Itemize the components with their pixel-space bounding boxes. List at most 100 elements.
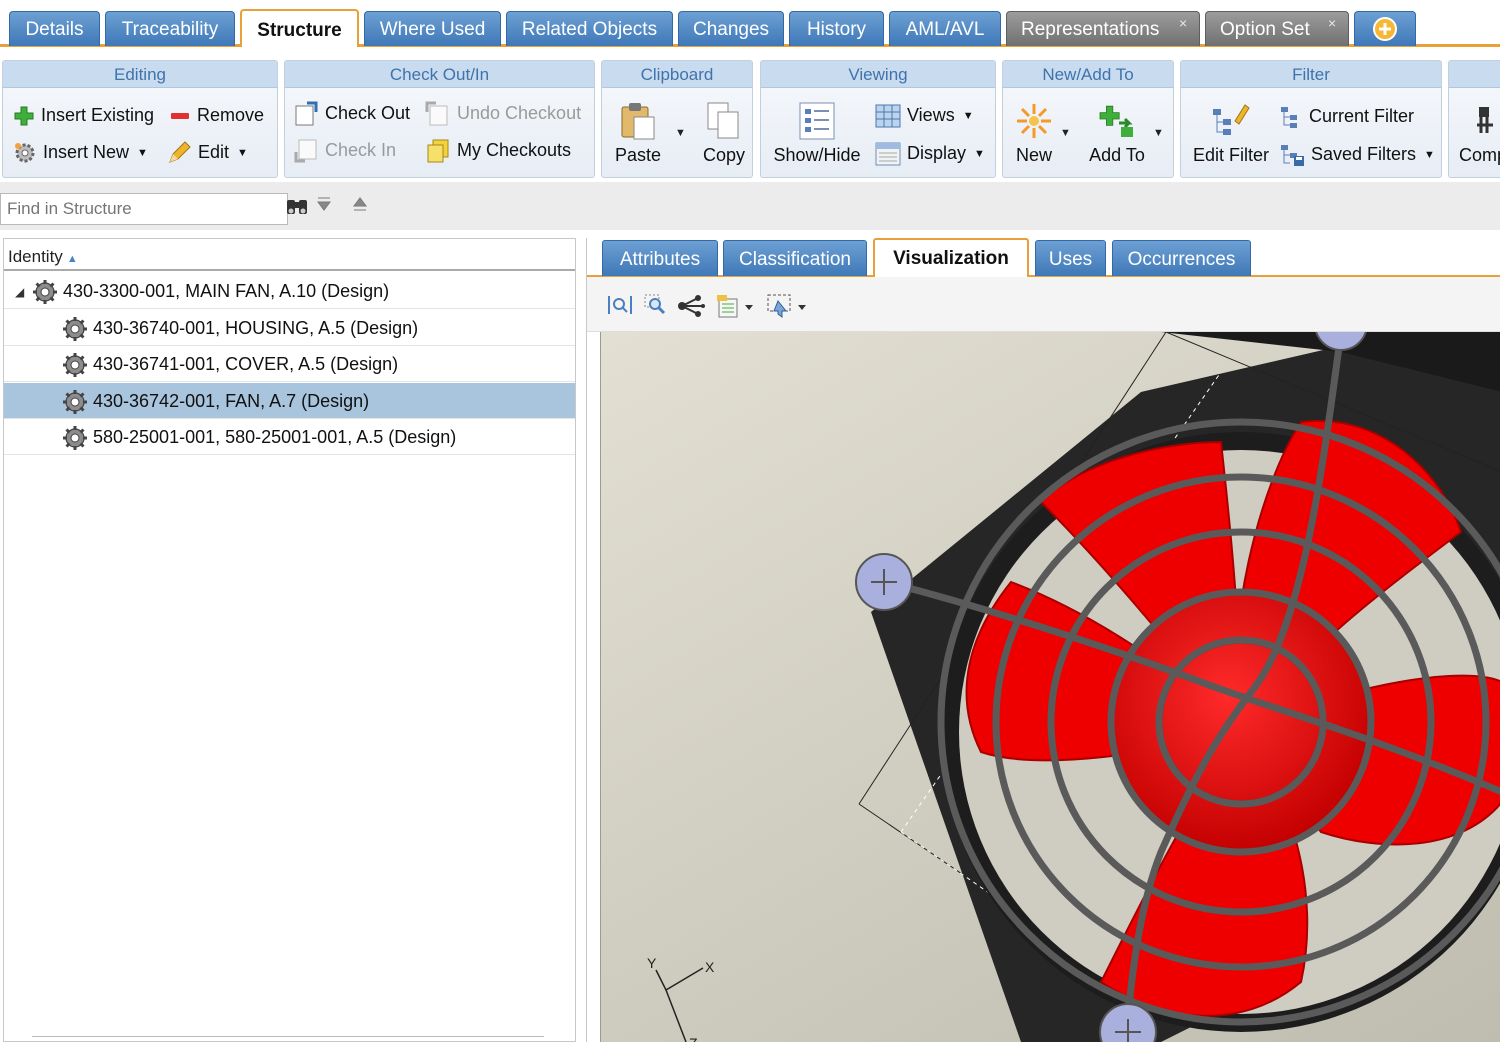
ribbon-group-viewing: Viewing Show/Hide Views ▼ Display ▼ [760, 60, 996, 178]
copy-button[interactable]: Copy [702, 101, 746, 166]
tree-row[interactable]: 580-25001-001, 580-25001-001, A.5 (Desig… [4, 419, 575, 455]
tab-traceability[interactable]: Traceability [105, 11, 235, 46]
detail-panel: Attributes Classification Visualization … [586, 238, 1500, 1042]
chevron-down-icon[interactable]: ▼ [237, 141, 248, 165]
tab-label: Where Used [379, 19, 486, 40]
views-button[interactable]: Views ▼ [875, 103, 974, 128]
tab-history[interactable]: History [789, 11, 884, 46]
paste-button[interactable]: Paste [614, 101, 662, 166]
display-button[interactable]: Display ▼ [875, 141, 985, 166]
visualization-toolbar [587, 277, 1500, 332]
find-in-structure-input[interactable] [0, 193, 288, 225]
tab-label: Structure [257, 20, 342, 41]
3d-viewer[interactable]: X Y Z [600, 332, 1500, 1042]
compare-button[interactable]: Comp [1459, 101, 1500, 166]
group-title: Editing [3, 61, 277, 88]
tab-classification[interactable]: Classification [723, 240, 867, 276]
gear-new-icon [15, 143, 35, 163]
expand-toggle-icon[interactable]: ◢ [15, 274, 24, 310]
button-label: My Checkouts [457, 140, 572, 160]
views-icon [875, 104, 901, 128]
tab-label: Representations [1021, 19, 1160, 40]
tab-occurrences[interactable]: Occurrences [1112, 240, 1251, 276]
find-next-button[interactable] [317, 196, 331, 217]
tab-structure[interactable]: Structure [240, 9, 359, 47]
add-tab-button[interactable] [1354, 11, 1416, 46]
new-button[interactable]: New [1011, 101, 1057, 166]
graph-icon [678, 295, 705, 317]
saved-filters-button[interactable]: Saved Filters ▼ [1279, 142, 1435, 167]
zoom-window-button[interactable] [643, 293, 669, 322]
add-to-button[interactable]: Add To [1087, 101, 1147, 166]
current-filter-button[interactable]: Current Filter [1279, 104, 1414, 129]
identity-column-header[interactable]: Identity ▲ [4, 239, 575, 271]
chevron-down-icon[interactable]: ▼ [1424, 143, 1435, 167]
my-checkouts-button[interactable]: My Checkouts [425, 138, 571, 164]
tree-row[interactable]: ◢ 430-3300-001, MAIN FAN, A.10 (Design) [4, 273, 575, 309]
tab-details[interactable]: Details [9, 11, 100, 46]
close-icon[interactable]: × [1328, 6, 1336, 41]
sparkle-new-icon [1017, 104, 1051, 138]
chevron-down-icon[interactable]: ▼ [1060, 127, 1071, 139]
add-circle-icon [1373, 17, 1397, 41]
tab-label: Traceability [121, 19, 219, 40]
tab-visualization[interactable]: Visualization [873, 238, 1029, 277]
tree-row-label: 430-36740-001, HOUSING, A.5 (Design) [93, 317, 419, 338]
remove-button[interactable]: Remove [169, 103, 264, 127]
chevron-down-icon[interactable]: ▼ [963, 104, 974, 128]
close-icon[interactable]: × [1179, 6, 1187, 41]
find-previous-button[interactable] [353, 196, 367, 217]
group-title: Clipboard [602, 61, 752, 88]
arrow-down-icon [317, 197, 331, 211]
axis-y-label: Y [647, 955, 657, 971]
tab-label: Related Objects [521, 19, 658, 40]
saved-filters-icon [1281, 145, 1304, 167]
check-in-button[interactable]: Check In [293, 138, 396, 164]
tab-label: Visualization [893, 248, 1009, 269]
zoom-fit-button[interactable] [606, 293, 634, 322]
chevron-down-icon[interactable]: ▼ [974, 142, 985, 166]
tab-aml-avl[interactable]: AML/AVL [889, 11, 1001, 46]
horizontal-scrollbar[interactable] [32, 1036, 544, 1041]
button-label: Paste [614, 145, 662, 165]
tree-row[interactable]: 430-36740-001, HOUSING, A.5 (Design) [4, 310, 575, 346]
tree-row[interactable]: 430-36742-001, FAN, A.7 (Design) [4, 382, 575, 419]
button-label: Add To [1089, 145, 1145, 165]
paste-icon [621, 103, 655, 140]
group-title: New/Add To [1003, 61, 1173, 88]
find-button[interactable] [286, 194, 308, 223]
tab-attributes[interactable]: Attributes [602, 240, 718, 276]
arrow-up-icon [353, 197, 367, 211]
show-hide-button[interactable]: Show/Hide [773, 101, 861, 166]
axis-triad [655, 967, 704, 1042]
tab-changes[interactable]: Changes [678, 11, 784, 46]
tab-uses[interactable]: Uses [1035, 240, 1106, 276]
check-out-button[interactable]: Check Out [293, 101, 410, 127]
insert-new-button[interactable]: Insert New ▼ [13, 140, 148, 165]
find-bar [0, 182, 1500, 230]
tab-where-used[interactable]: Where Used [364, 11, 501, 46]
undo-checkout-button[interactable]: Undo Checkout [425, 101, 581, 127]
compare-icon [1477, 107, 1493, 133]
tab-related-objects[interactable]: Related Objects [506, 11, 673, 46]
selection-filter-button[interactable] [766, 293, 808, 324]
undo-checkout-icon [425, 101, 448, 126]
structure-graph-button[interactable] [676, 293, 706, 324]
fan-model-render[interactable]: X Y Z [601, 332, 1500, 1042]
tree-row-label: 430-3300-001, MAIN FAN, A.10 (Design) [63, 281, 390, 301]
tab-option-set[interactable]: Option Set × [1205, 11, 1349, 46]
edit-filter-button[interactable]: Edit Filter [1189, 101, 1273, 166]
tab-representations[interactable]: Representations × [1006, 11, 1200, 46]
zoom-window-icon [644, 294, 666, 315]
chevron-down-icon[interactable]: ▼ [1153, 127, 1164, 139]
display-icon [875, 142, 901, 166]
edit-button[interactable]: Edit ▼ [166, 140, 248, 166]
chevron-down-icon[interactable]: ▼ [137, 141, 148, 165]
tree-row[interactable]: 430-36741-001, COVER, A.5 (Design) [4, 346, 575, 382]
copy-icon [707, 102, 739, 139]
ribbon-group-editing: Editing Insert Existing Remove Insert Ne… [2, 60, 278, 178]
tree-row-label: 580-25001-001, 580-25001-001, A.5 (Desig… [93, 427, 457, 447]
display-options-button[interactable] [715, 293, 755, 324]
chevron-down-icon[interactable]: ▼ [675, 127, 686, 139]
insert-existing-button[interactable]: Insert Existing [13, 103, 154, 127]
